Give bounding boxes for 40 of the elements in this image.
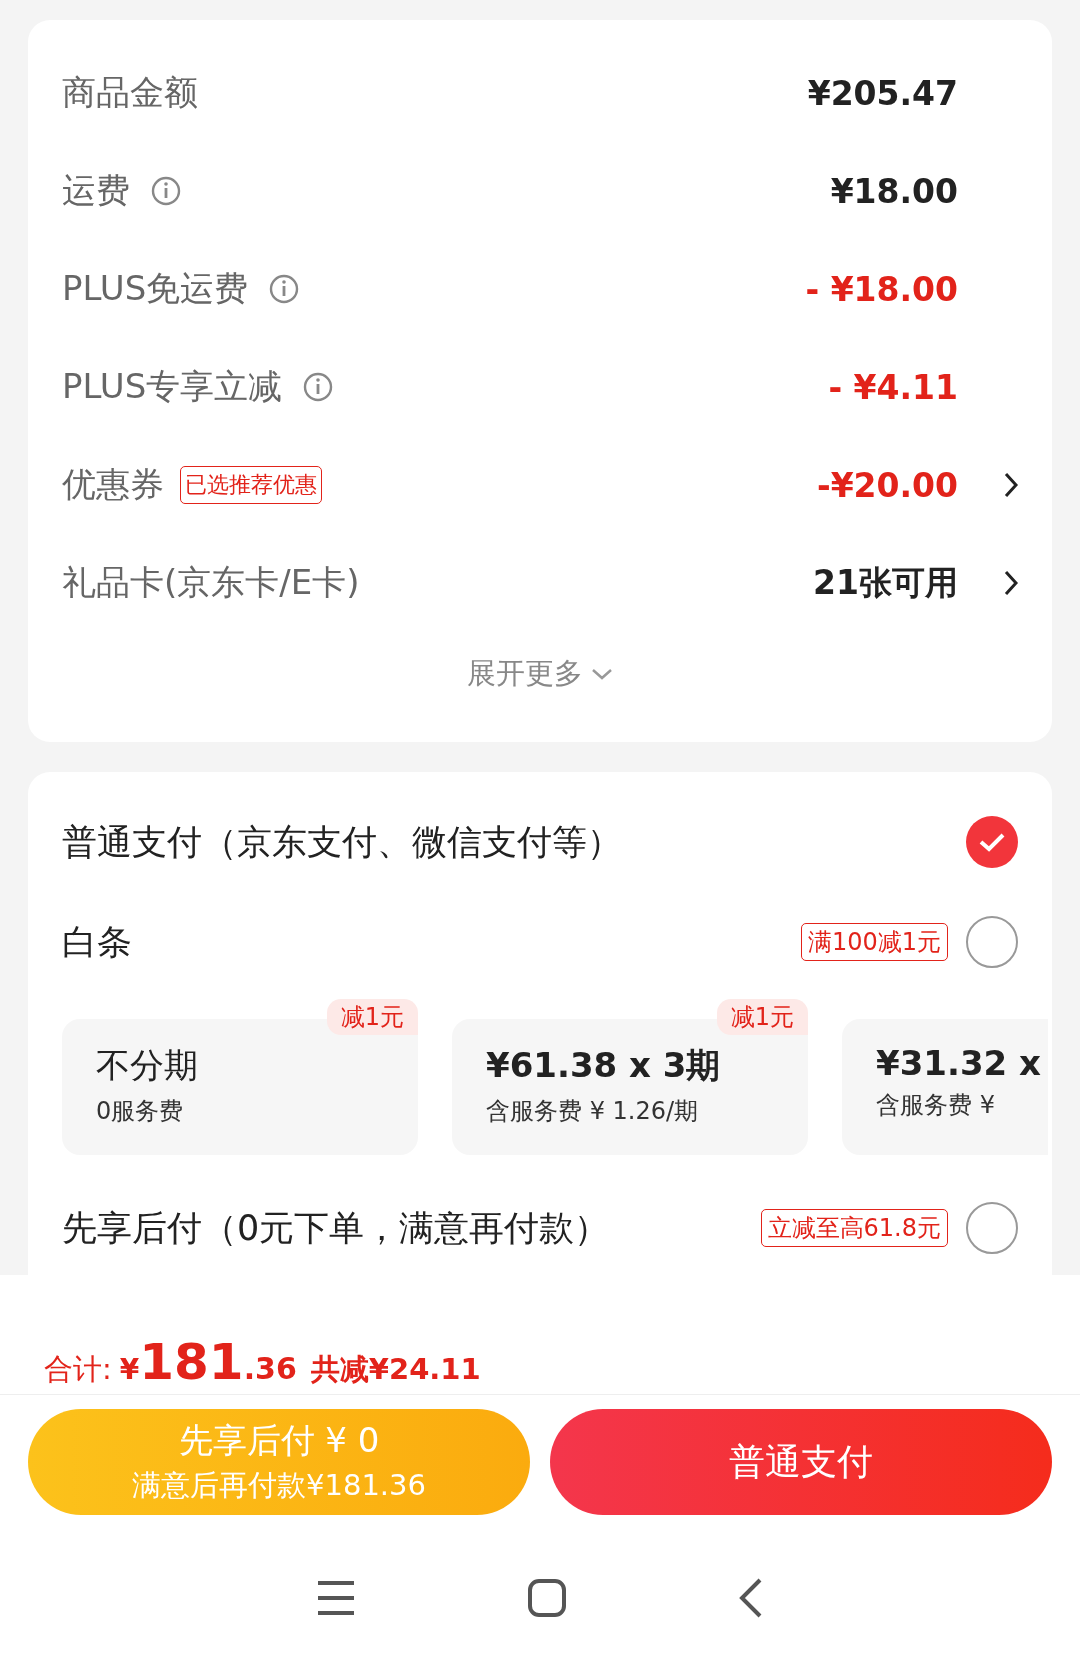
info-icon[interactable] [150,175,182,207]
savings-text: 共减¥24.11 [310,1351,481,1388]
radio-button[interactable] [966,816,1018,868]
fee-label: PLUS专享立减 [62,365,283,408]
radio-button[interactable] [966,916,1018,968]
discount-badge: 减1元 [326,999,418,1035]
fee-value: ¥18.00 [830,171,958,211]
currency-symbol: ¥ [119,1353,140,1386]
total-label: 合计: [44,1351,112,1388]
chevron-right-icon[interactable] [1004,570,1018,596]
total-amount: 181 [139,1333,244,1391]
expand-more-link[interactable]: 展开更多 [467,654,583,694]
fee-value: ¥205.47 [807,73,958,113]
fee-value: - ¥4.11 [828,367,958,407]
coupon-tag: 已选推荐优惠 [180,466,322,504]
fee-value: -¥20.00 [816,465,958,505]
fee-label: 优惠券 [62,463,164,506]
total-decimal: .36 [243,1351,297,1386]
fee-value: - ¥18.00 [805,269,958,309]
promo-tag: 满100减1元 [800,923,948,961]
chevron-down-icon [591,668,613,680]
radio-button[interactable] [966,1202,1018,1254]
payment-option-label[interactable]: 白条 [62,918,132,966]
fee-value: 21张可用 [813,561,958,604]
home-icon[interactable] [527,1578,567,1618]
info-icon[interactable] [268,273,301,305]
pay-button[interactable]: 普通支付 [550,1409,1052,1515]
installment-option[interactable]: ¥31.32 x 含服务费 ¥ [842,1019,1048,1155]
fee-label: 商品金额 [62,71,198,114]
info-icon[interactable] [302,371,335,403]
fee-label: 礼品卡(京东卡/E卡) [62,561,360,604]
payment-option-label[interactable]: 先享后付（0元下单，满意再付款） [62,1204,610,1252]
payment-option-label[interactable]: 普通支付（京东支付、微信支付等） [62,818,622,866]
menu-icon[interactable] [315,1580,356,1616]
fee-label: 运费 [62,169,130,212]
fee-label: PLUS免运费 [62,267,249,310]
promo-tag: 立减至高61.8元 [760,1209,948,1247]
chevron-right-icon[interactable] [1004,472,1018,498]
check-icon [978,832,1006,852]
discount-badge: 减1元 [716,999,808,1035]
